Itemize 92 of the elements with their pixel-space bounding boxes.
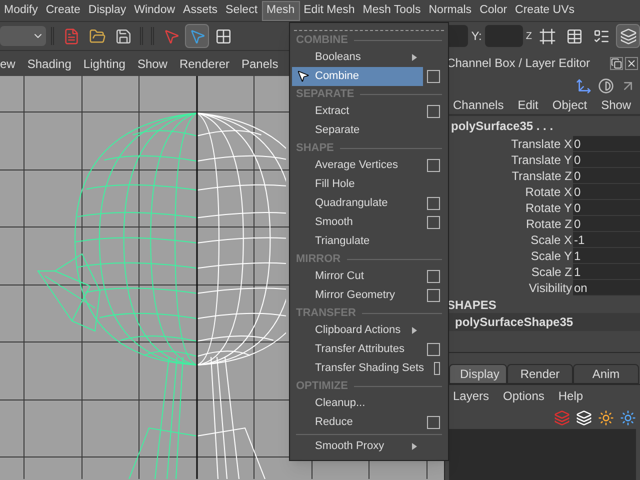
menu-item[interactable]: Quadrangulate [292,194,423,213]
attribute-value[interactable]: -1 [573,232,640,248]
viewport-menu-item[interactable]: Lighting [77,54,132,72]
menu-item[interactable]: Edit [518,96,538,114]
layer-tab[interactable]: Anim [573,364,639,384]
attribute-label: Rotate X [524,184,573,200]
y-field[interactable] [484,25,523,47]
attribute-value[interactable]: 0 [573,216,640,232]
menu-item[interactable]: Reduce [292,413,423,432]
menu-bar-item[interactable]: Edit Mesh [300,0,359,20]
menu-item[interactable]: Transfer Shading Sets [292,359,430,378]
menu-bar-item[interactable]: Modify [0,0,42,20]
menu-item[interactable]: Booleans [292,48,423,67]
menu-item[interactable]: Show [601,96,632,114]
attribute-value[interactable]: 0 [573,168,640,184]
option-box[interactable] [427,289,440,302]
menu-item[interactable]: Extract [292,102,423,121]
option-box[interactable] [427,270,440,283]
menu-bar-item[interactable]: Mesh Tools [358,0,425,20]
menu-bar-item[interactable]: Create [42,0,84,20]
layer-tab[interactable]: Render [507,364,573,384]
menu-item[interactable]: Separate [292,121,423,140]
attribute-label: Visibility [528,280,573,296]
submenu-arrow-icon [412,54,417,61]
attribute-label: Rotate Y [524,200,573,216]
attribute-label: Scale X [530,232,573,248]
menu-item[interactable]: Mirror Cut [292,267,423,286]
option-box[interactable] [427,343,440,356]
menu-item[interactable]: Clipboard Actions [292,321,423,340]
object-name: polySurface35 . . . [450,118,554,135]
shapes-header: SHAPES [446,297,498,313]
menu-item[interactable]: Combine [292,67,423,86]
half-circle-icon[interactable] [598,78,614,94]
option-box[interactable] [427,105,440,118]
submenu-arrow-icon [412,443,417,450]
layer-move-down-icon[interactable] [576,410,592,426]
option-box[interactable] [427,159,440,172]
attribute-value[interactable]: 1 [573,248,640,264]
viewport-menu-item[interactable]: Show [131,54,174,72]
close-icon[interactable] [625,56,638,70]
viewport-menu-item[interactable]: Panels [236,54,284,72]
z-label: Z [526,30,532,44]
viewport-menu-item[interactable]: Shading [21,54,78,72]
attribute-label: Scale Z [530,264,573,280]
attribute-value[interactable]: 1 [573,264,640,280]
attribute-label: Translate X [510,136,573,152]
menu-item[interactable]: Channels [453,96,504,114]
attribute-value[interactable]: 0 [573,184,640,200]
attribute-label: Translate Y [510,152,573,168]
attribute-label: Translate Z [510,168,573,184]
menu-item[interactable]: Triangulate [292,232,423,251]
menu-item[interactable]: Layers [453,387,490,405]
viewport-menu-item[interactable]: ew [0,54,22,72]
mouse-cursor-icon [296,69,310,83]
menu-item[interactable]: Mirror Geometry [292,286,423,305]
menu-item[interactable]: Fill Hole [292,175,423,194]
menu-bar-item[interactable]: Window [130,0,180,20]
attribute-value[interactable]: 0 [573,200,640,216]
attribute-value[interactable]: on [573,280,640,296]
menu-item[interactable]: Average Vertices [292,156,423,175]
menu-bar-item[interactable]: Normals [424,0,476,20]
menu-item[interactable]: Smooth Proxy [292,437,423,456]
menu-bar-item[interactable]: Select [222,0,262,20]
float-icon[interactable] [610,56,623,70]
new-layer-icon[interactable] [598,410,614,426]
axis-icon[interactable] [576,78,592,94]
menu-item[interactable]: Options [503,387,544,405]
menu-item[interactable]: Smooth [292,213,423,232]
menu-item[interactable]: Help [558,387,584,405]
attribute-label: Scale Y [530,248,573,264]
option-box[interactable] [427,70,440,83]
layer-tab[interactable]: Display [449,364,507,384]
attribute-value[interactable]: 0 [573,152,640,168]
layers-icon[interactable] [616,24,640,48]
menu-item[interactable]: Transfer Attributes [292,340,423,359]
y-label: Y: [471,28,482,45]
menu-bar-item[interactable]: Create UVs [511,0,578,20]
option-box[interactable] [427,197,440,210]
new-layer-selected-icon[interactable] [620,410,636,426]
menu-item[interactable]: Cleanup... [292,394,423,413]
viewport-menu-item[interactable]: Renderer [173,54,236,72]
menu-bar-item[interactable]: Mesh [262,0,300,20]
menu-bar-item[interactable]: Display [84,0,130,20]
attribute-label: Rotate Z [524,216,573,232]
option-box[interactable] [427,416,440,429]
menu-bar-item[interactable]: Assets [179,0,222,20]
submenu-arrow-icon [412,327,417,334]
attribute-value[interactable]: 0 [573,136,640,152]
menu-bar-item[interactable]: Color [476,0,512,20]
option-box[interactable] [434,362,440,375]
option-box[interactable] [427,216,440,229]
menu-item[interactable]: Object [552,96,588,114]
